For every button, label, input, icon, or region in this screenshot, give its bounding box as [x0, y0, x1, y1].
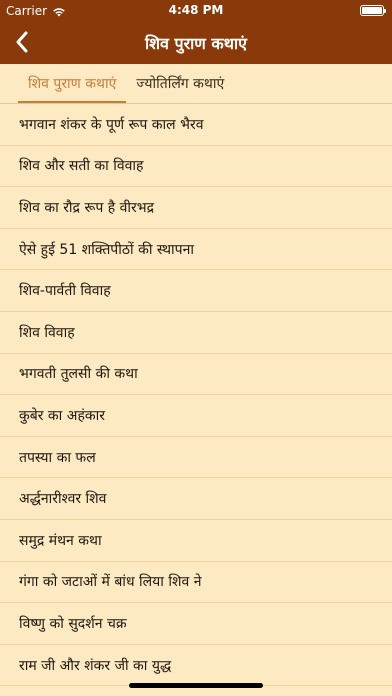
- battery-icon: [360, 5, 386, 16]
- app-screen: Carrier 4:48 PM शिव पुराण कथाएं शिव पुरा…: [0, 0, 392, 696]
- list-item[interactable]: तपस्या का फल: [0, 437, 392, 479]
- tab-shiv-puran-kathayen[interactable]: शिव पुराण कथाएं: [18, 74, 127, 103]
- list-item[interactable]: शिव और सती का विवाह: [0, 146, 392, 188]
- list-item[interactable]: अर्द्धनारीश्वर शिव: [0, 478, 392, 520]
- list-item[interactable]: विष्णु को सुदर्शन चक्र: [0, 603, 392, 645]
- list-item[interactable]: शिव का रौद्र रूप है वीरभद्र: [0, 187, 392, 229]
- list-item[interactable]: शिव विवाह: [0, 312, 392, 354]
- status-bar: Carrier 4:48 PM: [0, 0, 392, 22]
- list-item[interactable]: कुबेर का अहंकार: [0, 395, 392, 437]
- nav-bar: शिव पुराण कथाएं: [0, 22, 392, 64]
- story-list: भगवान शंकर के पूर्ण रूप काल भैरव शिव और …: [0, 104, 392, 687]
- header: Carrier 4:48 PM शिव पुराण कथाएं: [0, 0, 392, 64]
- list-item[interactable]: शिव-पार्वती विवाह: [0, 270, 392, 312]
- list-item[interactable]: भगवती तुलसी की कथा: [0, 354, 392, 396]
- list-item[interactable]: गंगा को जटाओं में बांध लिया शिव ने: [0, 562, 392, 604]
- home-indicator[interactable]: [129, 683, 263, 688]
- list-item[interactable]: भगवान शंकर के पूर्ण रूप काल भैरव: [0, 104, 392, 146]
- page-title: शिव पुराण कथाएं: [145, 34, 247, 53]
- tab-bar: शिव पुराण कथाएं ज्योतिर्लिंग कथाएं: [0, 64, 392, 104]
- list-item[interactable]: राम जी और शंकर जी का युद्ध: [0, 645, 392, 687]
- status-right: [360, 5, 386, 16]
- tab-jyotirling-kathayen[interactable]: ज्योतिर्लिंग कथाएं: [126, 74, 234, 103]
- status-time: 4:48 PM: [168, 3, 224, 17]
- list-item[interactable]: ऐसे हुई 51 शक्तिपीठों की स्थापना: [0, 229, 392, 271]
- list-item[interactable]: समुद्र मंथन कथा: [0, 520, 392, 562]
